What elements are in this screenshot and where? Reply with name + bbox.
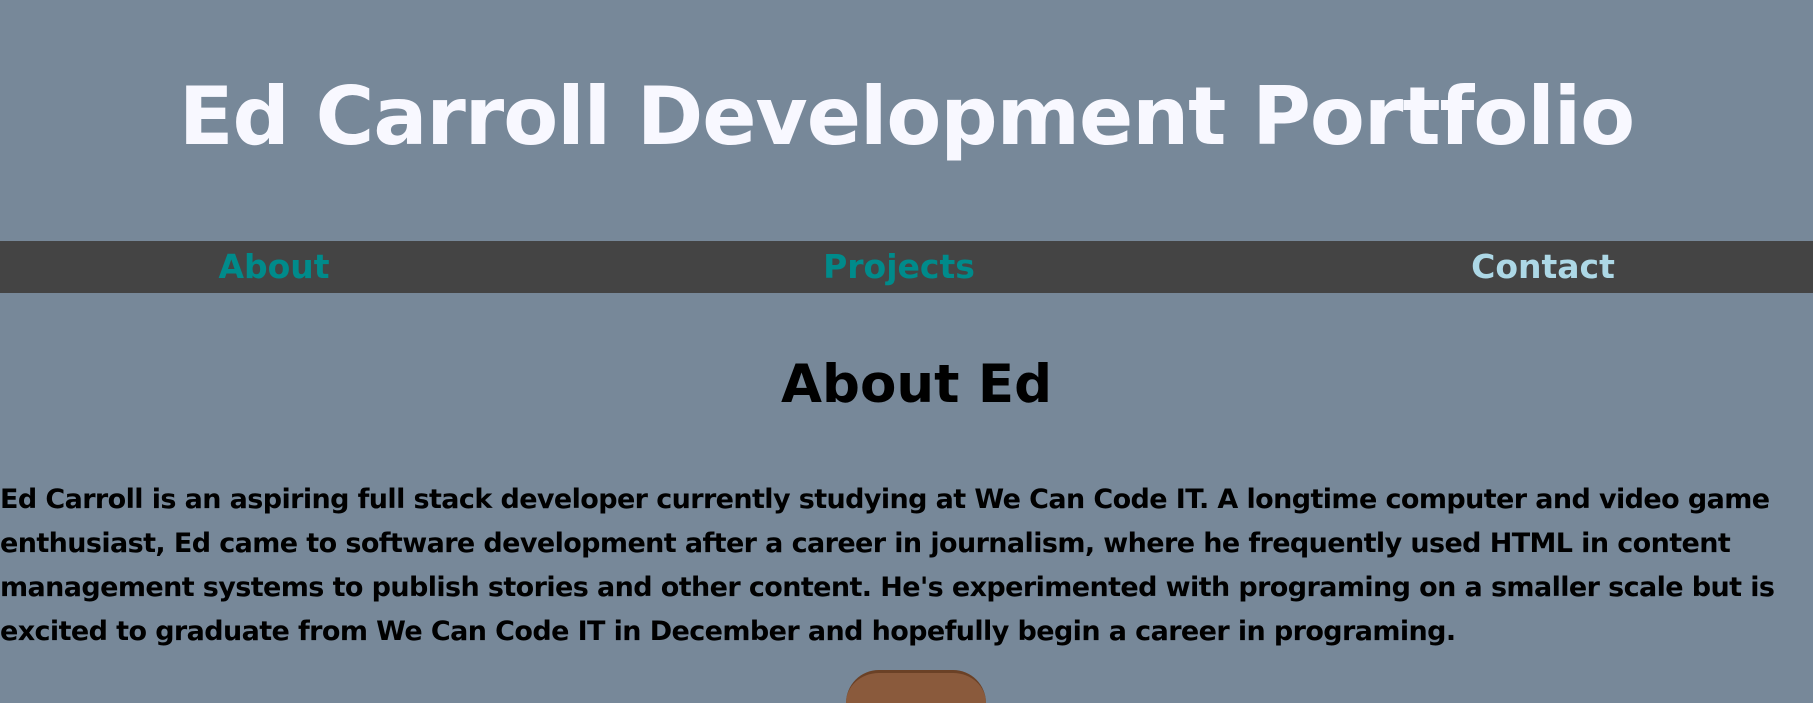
site-title: Ed Carroll Development Portfolio	[178, 70, 1635, 163]
about-heading: About Ed	[780, 354, 1053, 415]
site-header: Ed Carroll Development Portfolio	[0, 0, 1813, 241]
nav-link-contact[interactable]: Contact	[1471, 241, 1615, 293]
nav-bar: About Projects Contact	[0, 241, 1813, 293]
nav-link-projects[interactable]: Projects	[823, 241, 975, 293]
nav-link-about[interactable]: About	[218, 241, 329, 293]
about-paragraph: Ed Carroll is an aspiring full stack dev…	[0, 484, 1775, 647]
profile-photo	[846, 670, 986, 703]
